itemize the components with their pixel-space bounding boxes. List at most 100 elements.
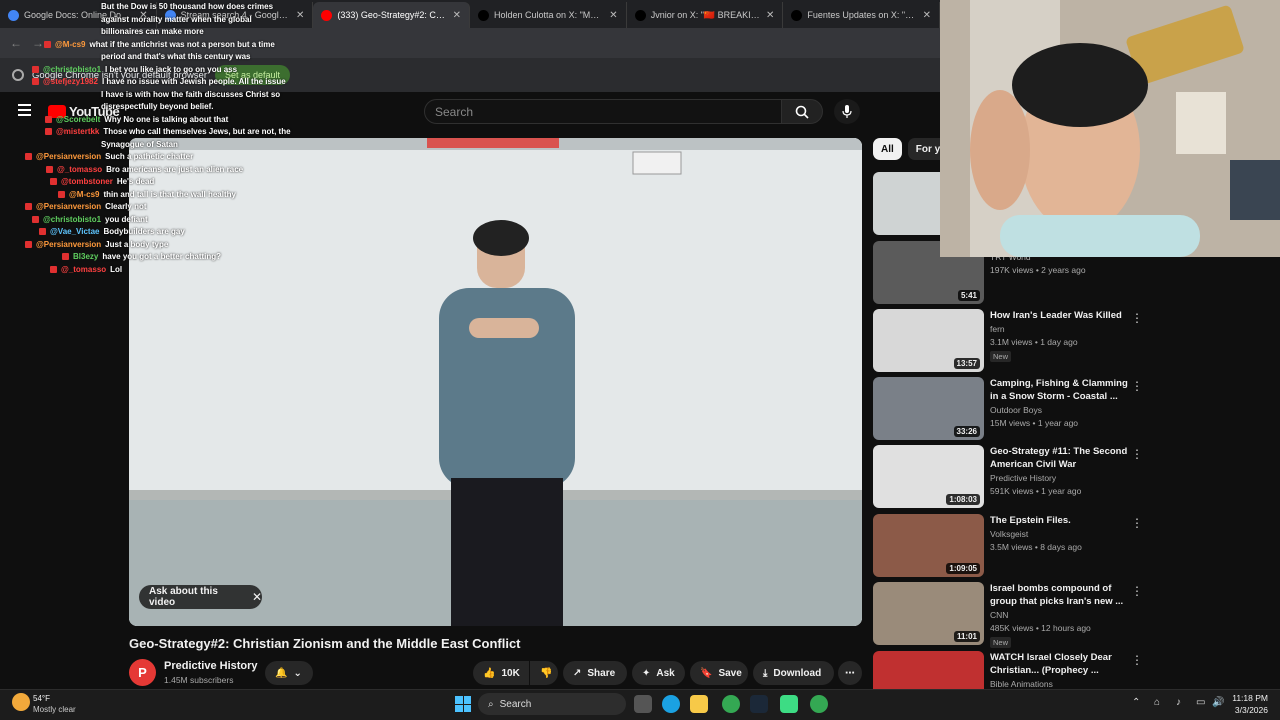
recommended-video[interactable]: 33:26 Camping, Fishing & Clamming in a Sn… (873, 377, 1163, 441)
chat-text: have you got a better chatting? (102, 252, 222, 261)
more-vertical-icon[interactable]: ⋮ (1131, 379, 1143, 393)
chat-username: @Persianversion (36, 152, 102, 161)
steam-icon[interactable] (750, 695, 768, 713)
search-icon: ⌕ (488, 698, 494, 710)
taskbar-search[interactable]: ⌕ Search (478, 693, 626, 715)
more-vertical-icon[interactable]: ⋮ (1131, 447, 1143, 461)
chat-username: Bl3ezy (73, 252, 99, 261)
video-thumbnail[interactable]: 33:26 (873, 377, 984, 440)
recommended-video[interactable]: 11:01 Israel bombs compound of group that… (873, 582, 1163, 648)
windows-start-icon[interactable] (455, 696, 471, 712)
edge-icon[interactable] (662, 695, 680, 713)
tab-title: Fuentes Updates on X: "Nick Fu (807, 10, 917, 20)
close-tab-icon[interactable]: ✕ (609, 10, 617, 21)
tab-favicon-icon (634, 9, 646, 21)
chat-username: @Scorebelt (56, 114, 101, 124)
recommended-video-title[interactable]: How Iran's Leader Was Killed (990, 309, 1130, 322)
chrome-profile-icon[interactable] (810, 695, 828, 713)
chat-message: @_tomasso Bro americans are just an alien… (46, 165, 243, 174)
weather-icon[interactable] (12, 693, 30, 711)
browser-tab[interactable]: Jvnior on X: "🇨🇳 BREAKING: I ✕ (627, 2, 784, 28)
network-icon[interactable]: ⌂ (1154, 697, 1160, 708)
clock-date[interactable]: 3/3/2026 (1230, 705, 1268, 715)
search-input[interactable]: Search (424, 99, 782, 124)
app-icon[interactable] (780, 695, 798, 713)
voice-search-button[interactable] (834, 99, 860, 124)
recommended-video[interactable]: 1:08:03 Geo-Strategy #11: The Second Amer… (873, 445, 1163, 509)
weather-temp[interactable]: 54°F (33, 694, 50, 703)
more-actions-button[interactable]: ⋯ (838, 661, 862, 685)
tab-title: (333) Geo-Strategy#2: Christian (337, 10, 447, 20)
more-vertical-icon[interactable]: ⋮ (1131, 311, 1143, 325)
chat-username: @Vae_Victae (50, 227, 100, 236)
chat-text: Just a body type (105, 239, 169, 249)
channel-name[interactable]: Predictive History (164, 660, 258, 672)
video-thumbnail[interactable]: 11:01 (873, 582, 984, 645)
recommended-channel[interactable]: CNN (990, 610, 1008, 620)
notifications-button[interactable]: 🔔 ⌄ (265, 661, 313, 685)
download-button[interactable]: ⤓ Download (753, 661, 834, 685)
save-button[interactable]: 🔖 Save (690, 661, 748, 685)
ask-about-video-chip[interactable]: Ask about this video ✕ (139, 585, 262, 609)
volume-icon[interactable]: 🔊 (1212, 697, 1224, 708)
chevron-up-icon[interactable]: ⌃ (1132, 697, 1140, 708)
recommended-channel[interactable]: Volksgeist (990, 529, 1028, 539)
browser-tab[interactable]: Holden Culotta on X: "MTG just ✕ (470, 2, 627, 28)
browser-tab[interactable]: (333) Geo-Strategy#2: Christian ✕ (313, 2, 471, 28)
chat-badge-icon (32, 65, 39, 73)
dislike-button[interactable]: 👎 (530, 661, 558, 685)
chat-badge-icon (45, 128, 52, 135)
like-button[interactable]: 👍 10K (473, 661, 529, 685)
channel-avatar[interactable]: P (129, 659, 156, 686)
chat-message: @Scorebelt Why No one is talking about th… (45, 115, 228, 124)
save-label: Save (718, 667, 742, 679)
chrome-icon[interactable] (722, 695, 740, 713)
mic-tray-icon[interactable]: ♪ (1176, 697, 1181, 708)
more-vertical-icon[interactable]: ⋮ (1131, 653, 1143, 667)
recommended-channel[interactable]: fern (990, 324, 1005, 334)
file-explorer-icon[interactable] (690, 695, 708, 713)
chat-message: @tombstoner He's dead (50, 177, 154, 186)
recommended-video-title[interactable]: Geo-Strategy #11: The Second American Ci… (990, 445, 1130, 471)
chat-username: @M-cs9 (55, 39, 86, 49)
chat-username: @stefjezy1982 (43, 77, 98, 86)
webcam-frame (940, 0, 1280, 257)
recommended-video-title[interactable]: The Epstein Files. (990, 514, 1130, 527)
video-thumbnail[interactable]: 1:08:03 (873, 445, 984, 508)
chat-message: Bl3ezy have you got a better chatting? (62, 252, 221, 261)
recommended-video-title[interactable]: Camping, Fishing & Clamming in a Snow St… (990, 377, 1130, 403)
chat-text: Why No one is talking about that (104, 114, 229, 124)
weather-desc[interactable]: Mostly clear (33, 705, 76, 714)
like-count: 10K (501, 667, 520, 679)
recommended-channel[interactable]: Bible Animations (990, 679, 1053, 689)
chip-all[interactable]: All (873, 138, 902, 160)
close-tab-icon[interactable]: ✕ (766, 10, 774, 21)
clock-time[interactable]: 11:18 PM (1230, 693, 1268, 703)
search-button[interactable] (781, 99, 823, 124)
recommended-meta: 485K views • 12 hours ago (990, 623, 1091, 633)
more-vertical-icon[interactable]: ⋮ (1131, 516, 1143, 530)
display-icon[interactable]: ▭ (1196, 697, 1205, 708)
video-thumbnail[interactable]: 13:57 (873, 309, 984, 372)
share-button[interactable]: ↗ Share (563, 661, 627, 685)
recommended-channel[interactable]: Outdoor Boys (990, 405, 1042, 415)
close-tab-icon[interactable]: ✕ (923, 10, 931, 21)
chat-text: Synagogue of Satan (101, 139, 178, 149)
close-tab-icon[interactable]: ✕ (453, 10, 461, 21)
more-vertical-icon[interactable]: ⋮ (1131, 584, 1143, 598)
recommended-video-title[interactable]: WATCH Israel Closely Dear Christian... (… (990, 651, 1130, 677)
video-thumbnail[interactable]: 1:09:05 (873, 514, 984, 577)
recommended-channel[interactable]: Predictive History (990, 473, 1056, 483)
ask-button[interactable]: ✦ Ask (632, 661, 685, 685)
chat-badge-icon (62, 253, 69, 260)
task-view-icon[interactable] (634, 695, 652, 713)
chat-badge-icon (50, 178, 57, 185)
recommended-video-title[interactable]: Israel bombs compound of group that pick… (990, 582, 1130, 608)
chat-badge-icon (50, 265, 57, 273)
chat-username: @M-cs9 (69, 189, 100, 199)
close-icon[interactable]: ✕ (252, 590, 262, 604)
chat-username: @tombstoner (61, 177, 113, 186)
browser-tab[interactable]: Fuentes Updates on X: "Nick Fu ✕ (783, 2, 941, 28)
recommended-video[interactable]: 1:09:05 The Epstein Files. Volksgeist 3.5M … (873, 514, 1163, 578)
recommended-video[interactable]: 13:57 How Iran's Leader Was Killed fern 3.1… (873, 309, 1163, 373)
